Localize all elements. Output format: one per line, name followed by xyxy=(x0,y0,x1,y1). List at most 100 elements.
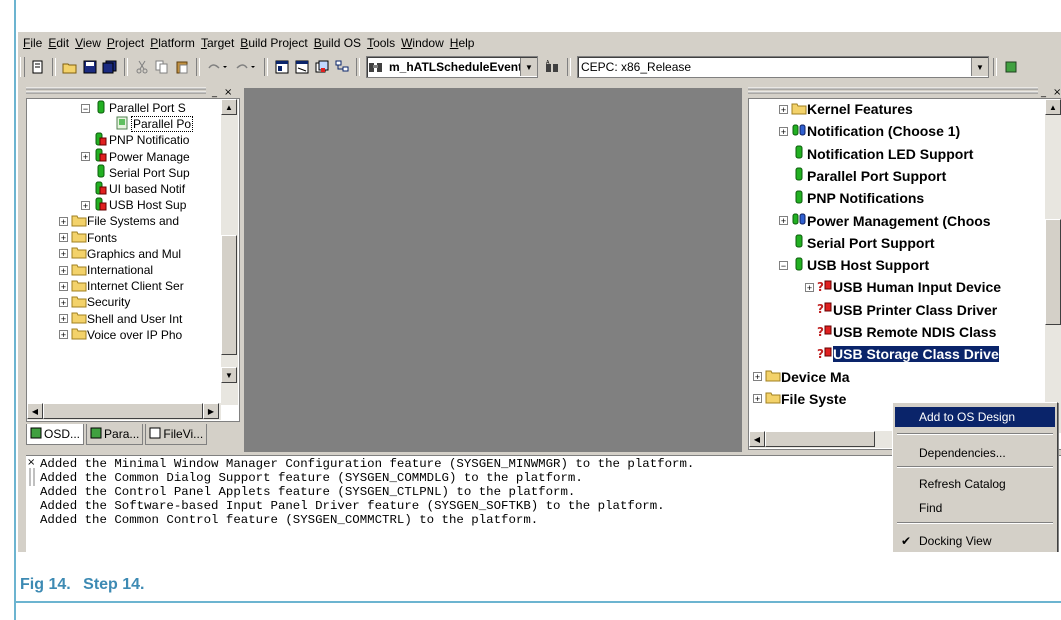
find-in-files-icon[interactable]: A xyxy=(544,58,562,76)
scroll-thumb[interactable] xyxy=(221,235,237,355)
left-tree-node[interactable]: + USB Host Sup xyxy=(81,197,186,213)
tab-osdesign-view[interactable]: OSD... xyxy=(26,424,85,445)
catalog-tree-node[interactable]: + Kernel Features xyxy=(779,101,913,117)
collapse-icon[interactable]: − xyxy=(779,260,788,270)
left-tree-node[interactable]: + Voice over IP Pho xyxy=(59,327,182,343)
menu-edit[interactable]: Edit xyxy=(45,36,72,50)
expand-icon[interactable]: + xyxy=(753,394,762,404)
scroll-up-icon[interactable]: ▲ xyxy=(1045,99,1061,115)
scroll-up-icon[interactable]: ▲ xyxy=(221,99,237,115)
collapse-icon[interactable]: − xyxy=(81,103,90,113)
catalog-tree-node[interactable]: + Device Ma xyxy=(753,369,849,385)
save-all-icon[interactable] xyxy=(101,58,119,76)
left-tree-node[interactable]: + International xyxy=(59,262,153,278)
expand-icon[interactable]: + xyxy=(59,281,68,291)
menu-build-os[interactable]: Build OS xyxy=(311,36,364,50)
expand-icon[interactable]: + xyxy=(59,297,68,307)
catalog-tree-node[interactable]: +? USB Human Input Device xyxy=(805,279,1001,295)
left-tree-node[interactable]: Parallel Po xyxy=(103,116,194,133)
catalog-tree-node[interactable]: ? USB Storage Class Drive xyxy=(805,346,999,363)
build-icon[interactable] xyxy=(1002,58,1020,76)
expand-icon[interactable]: + xyxy=(59,249,68,259)
expand-icon[interactable]: + xyxy=(779,216,788,226)
tab-parameter-view[interactable]: Para... xyxy=(86,424,144,445)
undo-icon[interactable] xyxy=(205,58,231,76)
function-combo[interactable]: m_hATLScheduleEvent ▼ xyxy=(366,56,538,78)
catalog-tree-node[interactable]: ? USB Printer Class Driver xyxy=(805,302,997,318)
refresh-catalog-menu-item[interactable]: Refresh Catalog xyxy=(895,474,1055,494)
cut-icon[interactable] xyxy=(133,58,151,76)
dependencies-menu-item[interactable]: Dependencies... xyxy=(895,443,1055,463)
menu-file[interactable]: File xyxy=(20,36,45,50)
menu-window[interactable]: Window xyxy=(398,36,447,50)
scroll-left-icon[interactable]: ◀ xyxy=(749,431,765,447)
chevron-down-icon[interactable]: ▼ xyxy=(971,58,988,76)
catalog-tree-node[interactable]: ? USB Remote NDIS Class xyxy=(805,324,996,340)
expand-icon[interactable]: + xyxy=(59,314,68,324)
left-tree-node[interactable]: UI based Notif xyxy=(81,181,185,197)
expand-icon[interactable]: + xyxy=(805,282,814,292)
expand-icon[interactable]: + xyxy=(59,265,68,275)
windows-list-icon[interactable] xyxy=(313,58,331,76)
chevron-down-icon[interactable]: ▼ xyxy=(520,58,537,76)
left-tree-node[interactable]: PNP Notificatio xyxy=(81,132,189,148)
expand-icon[interactable]: + xyxy=(81,152,90,162)
docking-view-menu-item[interactable]: ✔ Docking View xyxy=(895,531,1055,551)
left-tree-node[interactable]: + Power Manage xyxy=(81,148,190,165)
left-tree-node[interactable]: + Shell and User Int xyxy=(59,311,182,327)
catalog-tree-node[interactable]: Notification LED Support xyxy=(779,145,973,162)
expand-icon[interactable]: + xyxy=(753,372,762,382)
menu-platform[interactable]: Platform xyxy=(147,36,198,50)
copy-icon[interactable] xyxy=(153,58,171,76)
catalog-tree-node[interactable]: Serial Port Support xyxy=(779,234,935,251)
open-folder-icon[interactable] xyxy=(61,58,79,76)
tree-view-icon[interactable] xyxy=(333,58,351,76)
toolbar-grip[interactable] xyxy=(20,57,25,77)
expand-icon[interactable]: + xyxy=(81,200,90,210)
menu-view[interactable]: View xyxy=(72,36,104,50)
scroll-right-icon[interactable]: ▶ xyxy=(203,403,219,419)
scroll-thumb[interactable] xyxy=(43,403,203,419)
left-horizontal-scrollbar[interactable]: ◀ ▶ xyxy=(27,403,221,420)
expand-icon[interactable]: + xyxy=(59,330,68,340)
expand-icon[interactable]: + xyxy=(779,104,788,114)
scroll-left-icon[interactable]: ◀ xyxy=(27,403,43,419)
left-vertical-scrollbar[interactable]: ▲ ▼ xyxy=(221,99,238,405)
catalog-tree-node[interactable]: + File Syste xyxy=(753,391,846,407)
left-tree-node[interactable]: + Graphics and Mul xyxy=(59,246,181,262)
save-icon[interactable] xyxy=(81,58,99,76)
menu-target[interactable]: Target xyxy=(198,36,237,50)
catalog-tree-node[interactable]: − USB Host Support xyxy=(779,257,929,273)
menu-tools[interactable]: Tools xyxy=(364,36,398,50)
paste-icon[interactable] xyxy=(173,58,191,76)
output-window-icon[interactable] xyxy=(293,58,311,76)
catalog-tree-node[interactable]: + Notification (Choose 1) xyxy=(779,123,960,139)
configuration-combo[interactable]: CEPC: x86_Release ▼ xyxy=(577,56,989,78)
output-grip-icon[interactable]: × xyxy=(27,456,37,486)
expand-icon[interactable]: + xyxy=(779,126,788,136)
left-tree-node[interactable]: + File Systems and xyxy=(59,213,179,229)
left-tree-node[interactable]: − Parallel Port S xyxy=(81,100,186,116)
left-tree-node[interactable]: + Internet Client Ser xyxy=(59,278,184,294)
menu-build-project[interactable]: Build Project xyxy=(237,36,310,50)
left-tree-node[interactable]: + Security xyxy=(59,294,130,310)
find-menu-item[interactable]: Find xyxy=(895,498,1055,518)
scroll-down-icon[interactable]: ▼ xyxy=(221,367,237,383)
new-file-icon[interactable] xyxy=(29,58,47,76)
expand-icon[interactable]: + xyxy=(59,233,68,243)
right-vertical-scrollbar[interactable]: ▲ xyxy=(1045,99,1061,433)
left-tree-node[interactable]: Serial Port Sup xyxy=(81,164,190,181)
catalog-tree-node[interactable]: PNP Notifications xyxy=(779,190,924,206)
left-tree-node[interactable]: + Fonts xyxy=(59,230,117,246)
expand-icon[interactable]: + xyxy=(59,216,68,226)
catalog-tree-node[interactable]: Parallel Port Support xyxy=(779,167,946,184)
menu-help[interactable]: Help xyxy=(447,36,478,50)
tab-file-view[interactable]: FileVi... xyxy=(145,424,208,445)
scroll-thumb[interactable] xyxy=(1045,219,1061,325)
redo-icon[interactable] xyxy=(233,58,259,76)
catalog-tree-node[interactable]: + Power Management (Choos xyxy=(779,213,991,229)
menu-project[interactable]: Project xyxy=(104,36,147,50)
add-to-os-design-menu-item[interactable]: Add to OS Design xyxy=(895,407,1055,427)
workspace-icon[interactable] xyxy=(273,58,291,76)
scroll-thumb[interactable] xyxy=(765,431,875,447)
